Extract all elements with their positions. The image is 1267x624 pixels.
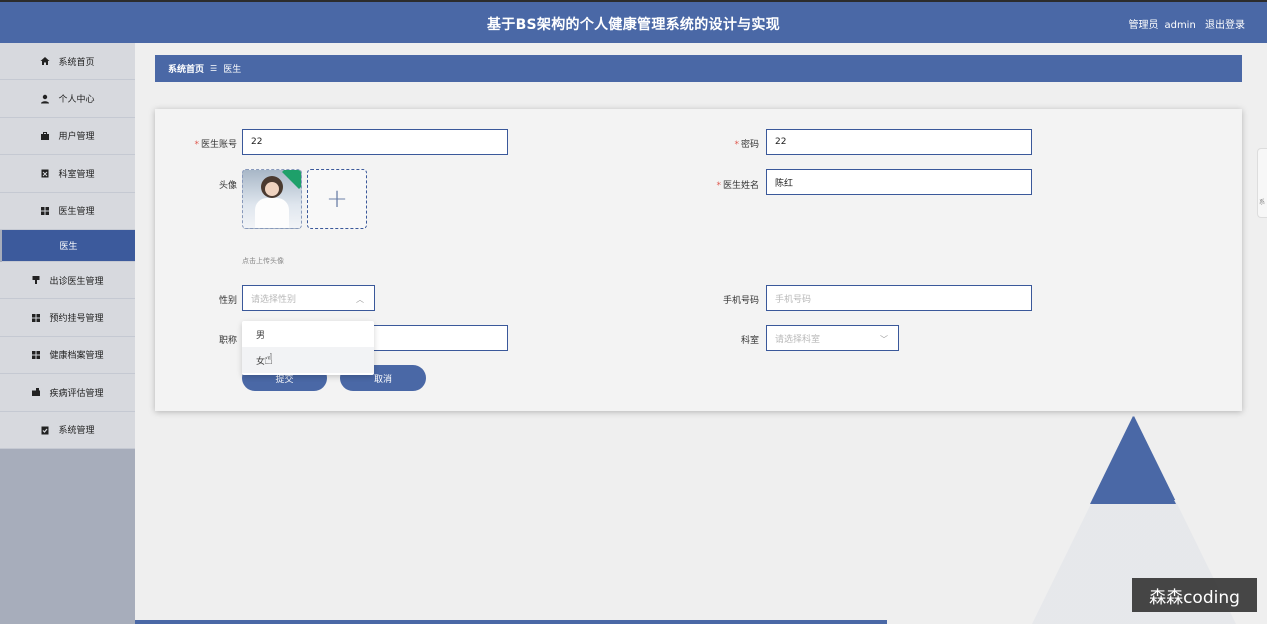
account-label: * 医生账号 — [194, 140, 237, 150]
sidebar-item-users[interactable]: 用户管理 — [0, 117, 135, 156]
name-input[interactable]: 陈红 — [766, 169, 1032, 195]
sidebar: 系统首页 个人中心 用户管理 科室管理 医生管理 医生 出诊医生管理 预约挂号管… — [0, 43, 135, 624]
bottom-bar — [135, 620, 887, 624]
password-label: * 密码 — [734, 140, 759, 150]
avatar-thumbnail[interactable] — [242, 169, 302, 229]
logout-link[interactable]: 退出登录 — [1205, 20, 1245, 31]
sidebar-item-label: 科室管理 — [58, 169, 95, 180]
name-label: * 医生姓名 — [716, 181, 759, 191]
breadcrumb-home[interactable]: 系统首页 — [168, 62, 204, 75]
account-input[interactable]: 22 — [242, 129, 508, 155]
breadcrumb-separator-icon: ☰ — [210, 64, 218, 73]
chevron-down-icon: ﹀ — [880, 335, 888, 344]
sidebar-subitem-doctor[interactable]: 医生 — [2, 229, 135, 262]
sidebar-item-label: 系统首页 — [58, 57, 95, 68]
phone-input[interactable]: 手机号码 — [766, 285, 1032, 311]
sidebar-item-home[interactable]: 系统首页 — [0, 43, 135, 81]
gender-option-male[interactable]: 男 — [242, 321, 374, 347]
gender-dropdown: 男 女 — [242, 321, 374, 375]
dept-select[interactable]: 请选择科室 ﹀ — [766, 325, 899, 351]
sidebar-item-label: 预约挂号管理 — [49, 314, 104, 325]
page-title: 基于BS架构的个人健康管理系统的设计与实现 — [486, 17, 781, 33]
home-icon — [40, 56, 50, 66]
gender-label: 性别 — [218, 296, 237, 306]
hand-pointer-icon: ☝ — [264, 350, 274, 368]
grid-icon — [40, 206, 50, 216]
sidebar-item-departments[interactable]: 科室管理 — [0, 155, 135, 193]
phone-label: 手机号码 — [722, 296, 759, 306]
gender-option-female[interactable]: 女 — [242, 347, 374, 373]
upload-plus-icon[interactable]: + — [307, 169, 367, 229]
clipboard-icon — [40, 168, 50, 178]
grid-icon — [31, 350, 41, 360]
sidebar-item-label: 系统管理 — [58, 426, 95, 437]
breadcrumb: 系统首页 ☰ 医生 — [155, 55, 1242, 82]
avatar-label: 头像 — [218, 181, 237, 191]
top-header: 基于BS架构的个人健康管理系统的设计与实现 管理员 admin 退出登录 — [0, 0, 1267, 43]
sidebar-item-visiting-doctors[interactable]: 出诊医生管理 — [0, 261, 135, 300]
sidebar-item-label: 出诊医生管理 — [49, 276, 104, 287]
sidebar-item-label: 健康档案管理 — [49, 351, 104, 362]
sidebar-item-appointments[interactable]: 预约挂号管理 — [0, 299, 135, 337]
briefcase-icon — [40, 131, 50, 141]
user-icon — [40, 94, 50, 104]
sidebar-item-label: 疾病评估管理 — [49, 388, 104, 399]
sidebar-item-label: 个人中心 — [58, 95, 95, 106]
sidebar-item-label: 用户管理 — [58, 132, 95, 143]
watermark: 森森coding — [1132, 578, 1257, 612]
upload-success-badge — [282, 170, 301, 189]
user-role: 管理员 — [1128, 20, 1159, 31]
right-side-tab[interactable]: 系 — [1257, 148, 1267, 218]
upload-hint: 点击上传头像 — [242, 257, 284, 265]
clipboard-check-icon — [40, 425, 50, 435]
sidebar-item-disease-assessment[interactable]: 疾病评估管理 — [0, 374, 135, 412]
decorative-triangle-top — [1090, 416, 1176, 504]
required-mark: * — [734, 140, 739, 150]
required-mark: * — [716, 181, 721, 191]
username: admin — [1164, 20, 1196, 31]
password-input[interactable]: 22 — [766, 129, 1032, 155]
user-area: 管理员 admin 退出登录 — [1122, 16, 1245, 31]
grid-icon — [31, 313, 41, 323]
sidebar-item-health-records[interactable]: 健康档案管理 — [0, 336, 135, 375]
gender-select[interactable]: 请选择性别 ︿ — [242, 285, 375, 311]
sidebar-item-doctors[interactable]: 医生管理 — [0, 192, 135, 230]
sidebar-item-system[interactable]: 系统管理 — [0, 411, 135, 449]
cup-icon — [31, 275, 41, 285]
dept-label: 科室 — [740, 336, 759, 346]
chevron-up-icon: ︿ — [356, 295, 364, 304]
sidebar-item-profile[interactable]: 个人中心 — [0, 80, 135, 118]
title-label: 职称 — [218, 336, 237, 346]
sidebar-subitem-label: 医生 — [59, 241, 78, 252]
breadcrumb-current: 医生 — [223, 65, 242, 75]
required-mark: * — [194, 140, 199, 150]
sidebar-item-label: 医生管理 — [58, 207, 95, 218]
briefcase-icon — [31, 387, 41, 397]
